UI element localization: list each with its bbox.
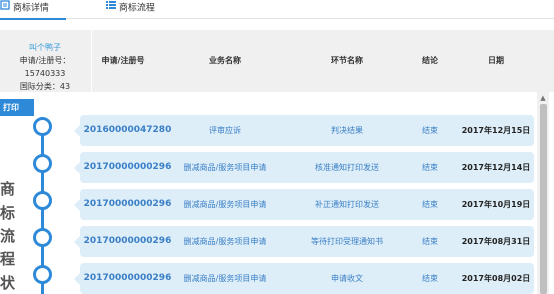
- table-row: 20170000000296 删减商品/服务项目申请 补正通知打印发送 结束 2…: [74, 189, 534, 220]
- step-name: 核准通知打印发送: [315, 163, 379, 172]
- document-icon: [0, 0, 10, 16]
- side-label-char: 程: [0, 250, 16, 268]
- tab-label: 商标详情: [12, 3, 49, 14]
- business-name: 评审应诉: [209, 126, 241, 135]
- tab-trademark-process[interactable]: 商标流程: [106, 0, 155, 18]
- result: 结束: [422, 237, 438, 246]
- column-header-reg-no: 申请/注册号: [101, 56, 145, 65]
- scrollbar-thumb[interactable]: [540, 104, 547, 294]
- reg-number-link[interactable]: 20160000047280: [80, 115, 175, 146]
- date: 2017年08月31日: [461, 237, 531, 246]
- side-label-char: 商: [0, 180, 16, 198]
- timeline-node: [33, 154, 52, 173]
- table-header: 叫个鸭子 申请/注册号：15740333 国际分类：43 申请/注册号 业务名称…: [0, 30, 554, 92]
- trademark-info: 叫个鸭子 申请/注册号：15740333 国际分类：43: [0, 30, 90, 92]
- table-row: 20160000047280 评审应诉 判决结果 结束 2017年12月15日: [74, 115, 534, 146]
- column-header-date: 日期: [488, 56, 504, 65]
- timeline-node: [33, 191, 52, 210]
- business-name: 删减商品/服务项目申请: [183, 274, 267, 283]
- side-label-char: 状: [0, 274, 16, 292]
- result: 结束: [422, 274, 438, 283]
- reg-number-link[interactable]: 20170000000296: [80, 226, 175, 257]
- step-name: 补正通知打印发送: [315, 200, 379, 209]
- business-name: 删减商品/服务项目申请: [183, 163, 267, 172]
- reg-number-link[interactable]: 20170000000296: [80, 263, 175, 294]
- trademark-name[interactable]: 叫个鸭子: [0, 41, 90, 54]
- print-button[interactable]: 打印: [0, 99, 34, 116]
- list-icon: [106, 0, 116, 16]
- vertical-scrollbar[interactable]: ▲: [537, 92, 549, 294]
- column-header-result: 结论: [422, 56, 438, 65]
- table-row: 20170000000296 删减商品/服务项目申请 核准通知打印发送 结束 2…: [74, 152, 534, 183]
- process-timeline-panel: 打印 商 标 流 程 状 20160000047280 评审应诉 判决结果 结束…: [0, 92, 554, 294]
- step-name: 申请收文: [331, 274, 363, 283]
- tab-label: 商标流程: [118, 3, 155, 14]
- registration-number: 申请/注册号：15740333: [19, 56, 71, 78]
- result: 结束: [422, 200, 438, 209]
- business-name: 删减商品/服务项目申请: [183, 237, 267, 246]
- side-label-char: 标: [0, 204, 16, 222]
- reg-number-link[interactable]: 20170000000296: [80, 189, 175, 220]
- timeline-node: [33, 265, 52, 284]
- date: 2017年08月02日: [461, 274, 531, 283]
- step-name: 等待打印受理通知书: [311, 237, 383, 246]
- date: 2017年12月14日: [461, 163, 531, 172]
- timeline-node: [33, 117, 52, 136]
- table-row: 20170000000296 删减商品/服务项目申请 申请收文 结束 2017年…: [74, 263, 534, 294]
- business-name: 删减商品/服务项目申请: [183, 200, 267, 209]
- date: 2017年12月15日: [461, 126, 531, 135]
- result: 结束: [422, 163, 438, 172]
- tab-bar: 商标详情 商标流程: [0, 0, 554, 20]
- column-header-business: 业务名称: [209, 56, 241, 65]
- timeline-node: [33, 228, 52, 247]
- result: 结束: [422, 126, 438, 135]
- side-label-char: 流: [0, 227, 16, 245]
- column-header-step: 环节名称: [331, 56, 363, 65]
- scroll-up-arrow-icon[interactable]: ▲: [537, 94, 549, 102]
- date: 2017年10月19日: [461, 200, 531, 209]
- reg-number-link[interactable]: 20170000000296: [80, 152, 175, 183]
- tab-trademark-details[interactable]: 商标详情: [0, 0, 66, 20]
- table-row: 20170000000296 删减商品/服务项目申请 等待打印受理通知书 结束 …: [74, 226, 534, 257]
- step-name: 判决结果: [331, 126, 363, 135]
